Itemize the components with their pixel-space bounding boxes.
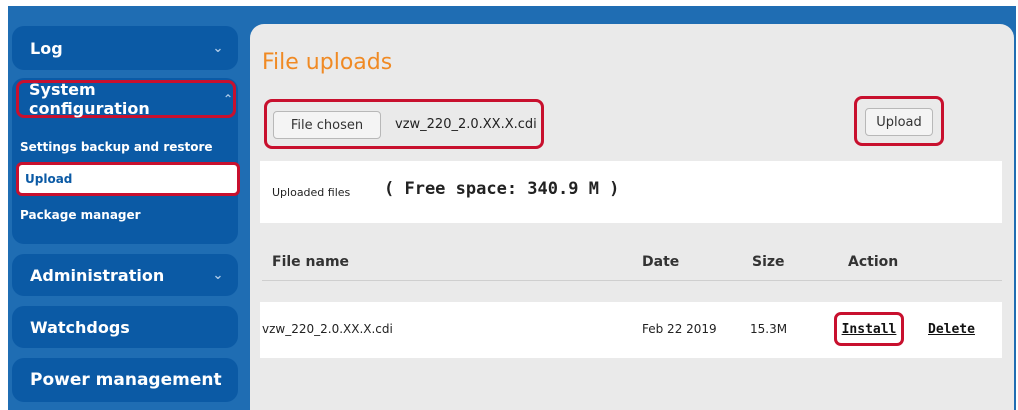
page-title: File uploads <box>262 50 393 75</box>
nav-administration-label: Administration <box>30 265 165 285</box>
file-date-cell: Feb 22 2019 <box>642 322 717 336</box>
uploaded-files-card: Uploaded files ( Free space: 340.9 M ) <box>260 161 1002 223</box>
nav-item-package-manager[interactable]: Package manager <box>20 208 141 222</box>
column-header-action: Action <box>848 254 899 270</box>
nav-watchdogs-label: Watchdogs <box>30 317 130 337</box>
nav-power-management[interactable]: Power management <box>12 358 238 402</box>
nav-group-system-configuration: System configuration ⌃ Settings backup a… <box>12 78 240 244</box>
header-divider <box>262 280 1002 281</box>
nav-item-settings-backup-restore[interactable]: Settings backup and restore <box>20 140 213 154</box>
main-panel: File uploads File chosen vzw_220_2.0.XX.… <box>250 24 1014 410</box>
file-size-cell: 15.3M <box>750 322 788 336</box>
column-header-file-name: File name <box>272 254 350 270</box>
column-header-date: Date <box>642 254 680 270</box>
install-highlight: Install <box>834 312 904 346</box>
file-chosen-name: vzw_220_2.0.XX.X.cdi <box>395 117 537 132</box>
chevron-down-icon: ⌄ <box>212 40 224 56</box>
nav-watchdogs[interactable]: Watchdogs <box>12 306 238 348</box>
nav-log[interactable]: Log ⌄ <box>12 26 238 70</box>
file-name-cell: vzw_220_2.0.XX.X.cdi <box>262 322 393 336</box>
free-space-text: ( Free space: 340.9 M ) <box>384 179 620 199</box>
upload-highlight: Upload <box>854 96 944 146</box>
table-row: vzw_220_2.0.XX.X.cdi Feb 22 2019 15.3M I… <box>260 302 1002 358</box>
file-chosen-button[interactable]: File chosen <box>273 111 381 139</box>
upload-button[interactable]: Upload <box>865 108 933 136</box>
uploaded-files-label: Uploaded files <box>272 186 351 199</box>
chevron-up-icon: ⌃ <box>222 92 233 106</box>
nav-system-configuration[interactable]: System configuration ⌃ <box>16 80 236 118</box>
nav-item-upload[interactable]: Upload <box>16 162 240 196</box>
nav-administration[interactable]: Administration ⌄ <box>12 254 238 296</box>
delete-link[interactable]: Delete <box>928 322 975 337</box>
nav-power-management-label: Power management <box>30 370 222 390</box>
nav-system-configuration-label: System configuration <box>29 80 150 118</box>
install-link[interactable]: Install <box>842 322 897 337</box>
column-header-size: Size <box>752 254 785 270</box>
chevron-down-icon: ⌄ <box>212 267 224 283</box>
nav-log-label: Log <box>30 38 63 58</box>
file-chooser-highlight: File chosen vzw_220_2.0.XX.X.cdi <box>264 99 544 149</box>
